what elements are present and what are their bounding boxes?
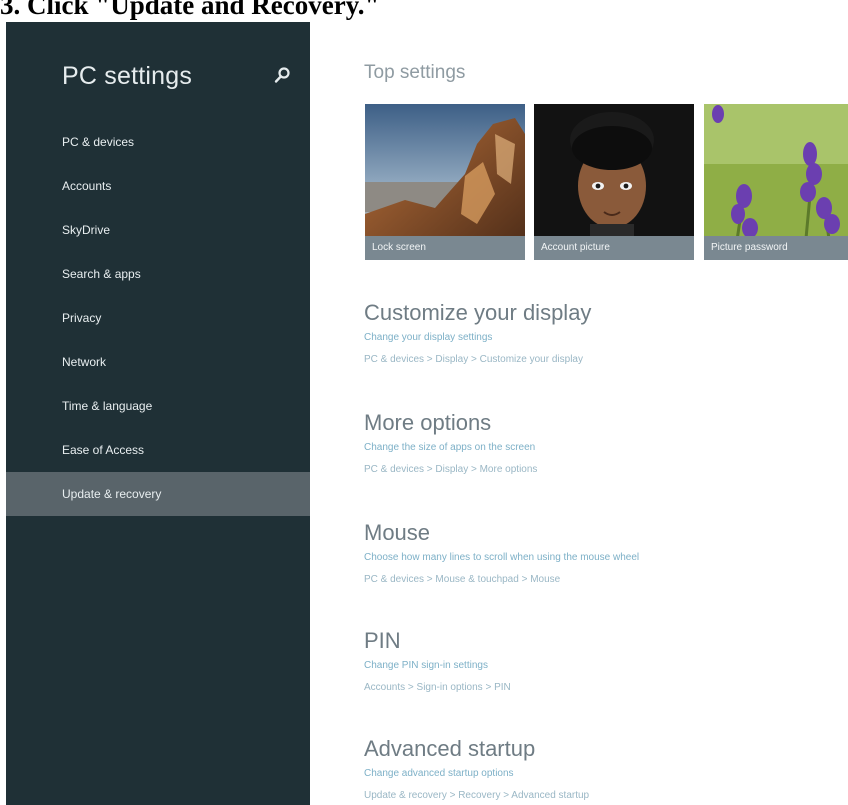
- sidebar-item-search-apps[interactable]: Search & apps: [6, 252, 310, 296]
- section-path[interactable]: Accounts > Sign-in options > PIN: [364, 680, 511, 696]
- account-picture-tile[interactable]: Account picture: [534, 104, 694, 260]
- sidebar-item-label: Search & apps: [62, 267, 141, 281]
- sidebar-item-label: Privacy: [62, 311, 102, 325]
- search-icon[interactable]: [274, 66, 292, 86]
- tile-label: Account picture: [534, 236, 694, 260]
- instruction-caption: 3. Click "Update and Recovery.": [0, 0, 380, 20]
- sidebar: PC settings PC & devices Accounts SkyDri…: [6, 22, 310, 805]
- sidebar-item-skydrive[interactable]: SkyDrive: [6, 208, 310, 252]
- sidebar-item-label: SkyDrive: [62, 223, 111, 237]
- section-pin: PIN Change PIN sign-in settings Accounts…: [364, 626, 511, 696]
- section-title: PIN: [364, 628, 401, 653]
- sidebar-item-label: Ease of Access: [62, 443, 145, 457]
- section-title: Customize your display: [364, 300, 592, 325]
- sidebar-item-ease-of-access[interactable]: Ease of Access: [6, 428, 310, 472]
- sidebar-item-label: Update & recovery: [62, 487, 162, 501]
- section-link[interactable]: Change the size of apps on the screen: [364, 440, 537, 456]
- sidebar-item-label: PC & devices: [62, 135, 135, 149]
- sidebar-item-label: Network: [62, 355, 107, 369]
- section-path[interactable]: Update & recovery > Recovery > Advanced …: [364, 788, 589, 804]
- sidebar-title: PC settings: [62, 62, 193, 90]
- section-path[interactable]: PC & devices > Mouse & touchpad > Mouse: [364, 572, 639, 588]
- top-settings-title: Top settings: [364, 62, 466, 83]
- main-content: Top settings Lock screen Account picture…: [310, 22, 848, 805]
- section-title: Mouse: [364, 520, 431, 545]
- section-path[interactable]: PC & devices > Display > Customize your …: [364, 352, 591, 368]
- section-link[interactable]: Change advanced startup options: [364, 766, 589, 782]
- sidebar-item-time-language[interactable]: Time & language: [6, 384, 310, 428]
- section-link[interactable]: Choose how many lines to scroll when usi…: [364, 550, 639, 566]
- picture-password-tile[interactable]: Picture password: [704, 104, 848, 260]
- sidebar-item-label: Time & language: [62, 399, 153, 413]
- sidebar-item-privacy[interactable]: Privacy: [6, 296, 310, 340]
- section-more-options: More options Change the size of apps on …: [364, 408, 537, 478]
- sidebar-item-label: Accounts: [62, 179, 112, 193]
- tile-label: Lock screen: [365, 236, 525, 260]
- section-title: More options: [364, 410, 492, 435]
- sidebar-item-network[interactable]: Network: [6, 340, 310, 384]
- section-title: Advanced startup: [364, 736, 536, 761]
- section-link[interactable]: Change PIN sign-in settings: [364, 658, 511, 674]
- lock-screen-tile[interactable]: Lock screen: [365, 104, 525, 260]
- section-advanced-startup: Advanced startup Change advanced startup…: [364, 734, 589, 804]
- sidebar-item-update-recovery[interactable]: Update & recovery: [6, 472, 310, 516]
- section-mouse: Mouse Choose how many lines to scroll wh…: [364, 518, 639, 588]
- section-customize-display: Customize your display Change your displ…: [364, 298, 591, 368]
- section-path[interactable]: PC & devices > Display > More options: [364, 462, 537, 478]
- tile-label: Picture password: [704, 236, 848, 260]
- sidebar-item-accounts[interactable]: Accounts: [6, 164, 310, 208]
- sidebar-item-pc-devices[interactable]: PC & devices: [6, 120, 310, 164]
- section-link[interactable]: Change your display settings: [364, 330, 591, 346]
